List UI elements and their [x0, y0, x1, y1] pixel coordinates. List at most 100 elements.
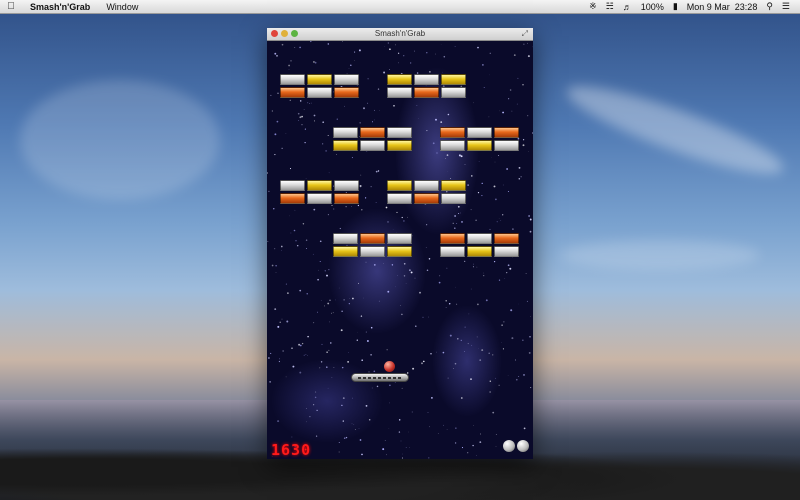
brick	[360, 127, 385, 138]
star	[307, 102, 309, 104]
star	[415, 325, 417, 327]
close-button[interactable]	[271, 30, 278, 37]
star	[360, 187, 361, 188]
wifi-icon[interactable]: ☵	[606, 1, 614, 12]
star	[327, 302, 330, 305]
app-menu[interactable]: Smash'n'Grab	[22, 2, 98, 12]
star	[488, 116, 490, 118]
star	[418, 118, 419, 119]
star	[458, 212, 460, 215]
star	[310, 41, 312, 43]
star	[401, 313, 403, 316]
star	[305, 178, 307, 179]
star	[414, 50, 415, 52]
bluetooth-icon[interactable]: ※	[589, 1, 597, 12]
star	[498, 155, 500, 156]
star	[502, 348, 504, 350]
star	[405, 447, 407, 448]
star	[489, 52, 491, 54]
star	[357, 204, 360, 207]
star	[279, 321, 281, 323]
star	[389, 48, 391, 51]
star	[515, 378, 518, 381]
menu-clock[interactable]: Mon 9 Mar 23:28	[687, 2, 758, 12]
brick	[307, 180, 332, 191]
star	[412, 235, 413, 237]
star	[397, 52, 400, 54]
brick	[334, 193, 359, 204]
star	[360, 315, 363, 317]
brick	[441, 74, 466, 85]
window-titlebar[interactable]: Smash'n'Grab ⤢	[267, 28, 533, 41]
star	[477, 303, 479, 306]
brick	[280, 180, 305, 191]
brick	[467, 246, 492, 257]
star	[320, 361, 323, 363]
star	[456, 223, 458, 225]
spotlight-search-icon[interactable]: ⚲	[766, 1, 773, 12]
star	[460, 397, 463, 399]
star	[473, 425, 474, 426]
star	[495, 434, 497, 435]
apple-menu-icon[interactable]: 	[0, 1, 22, 12]
minimize-button[interactable]	[281, 30, 288, 37]
volume-icon[interactable]: ♬	[623, 2, 632, 12]
star	[314, 396, 317, 399]
brick	[440, 127, 465, 138]
window-menu[interactable]: Window	[98, 2, 146, 12]
star	[522, 84, 524, 86]
star	[395, 286, 396, 288]
star	[445, 299, 447, 302]
star	[326, 366, 328, 368]
star	[428, 258, 431, 260]
star	[312, 253, 314, 255]
star	[313, 322, 315, 324]
star	[398, 431, 401, 433]
star	[443, 55, 446, 58]
star	[525, 272, 527, 274]
star	[320, 300, 322, 301]
star	[312, 60, 315, 63]
star	[274, 154, 276, 156]
star	[297, 112, 300, 115]
star	[528, 351, 531, 354]
desktop-cloud	[20, 80, 220, 200]
star	[411, 411, 413, 413]
star	[356, 339, 359, 341]
star	[412, 367, 415, 370]
star	[518, 375, 520, 378]
battery-icon[interactable]: ▮	[673, 1, 678, 12]
star	[287, 292, 289, 294]
battery-percentage[interactable]: 100%	[641, 2, 664, 12]
star	[467, 184, 469, 186]
brick	[387, 127, 412, 138]
star	[527, 55, 530, 58]
star	[489, 391, 491, 393]
star	[373, 370, 376, 373]
brick	[334, 74, 359, 85]
star	[405, 283, 407, 284]
star	[330, 312, 333, 314]
star	[377, 88, 380, 90]
star	[333, 208, 335, 210]
star	[502, 111, 505, 114]
star	[354, 59, 355, 61]
star	[291, 347, 293, 349]
star	[338, 451, 340, 453]
paddle[interactable]	[351, 373, 409, 382]
star	[343, 437, 346, 440]
star	[471, 344, 473, 346]
fullscreen-icon[interactable]: ⤢	[522, 28, 528, 40]
star	[522, 144, 525, 147]
playfield[interactable]: 1630	[267, 41, 533, 459]
notification-center-icon[interactable]: ☰	[782, 1, 790, 12]
star	[288, 64, 290, 67]
star	[275, 265, 277, 267]
zoom-button[interactable]	[291, 30, 298, 37]
star	[509, 267, 512, 270]
star	[489, 228, 491, 230]
star	[483, 275, 485, 277]
star	[306, 408, 307, 409]
star	[319, 367, 321, 369]
brick	[494, 140, 519, 151]
